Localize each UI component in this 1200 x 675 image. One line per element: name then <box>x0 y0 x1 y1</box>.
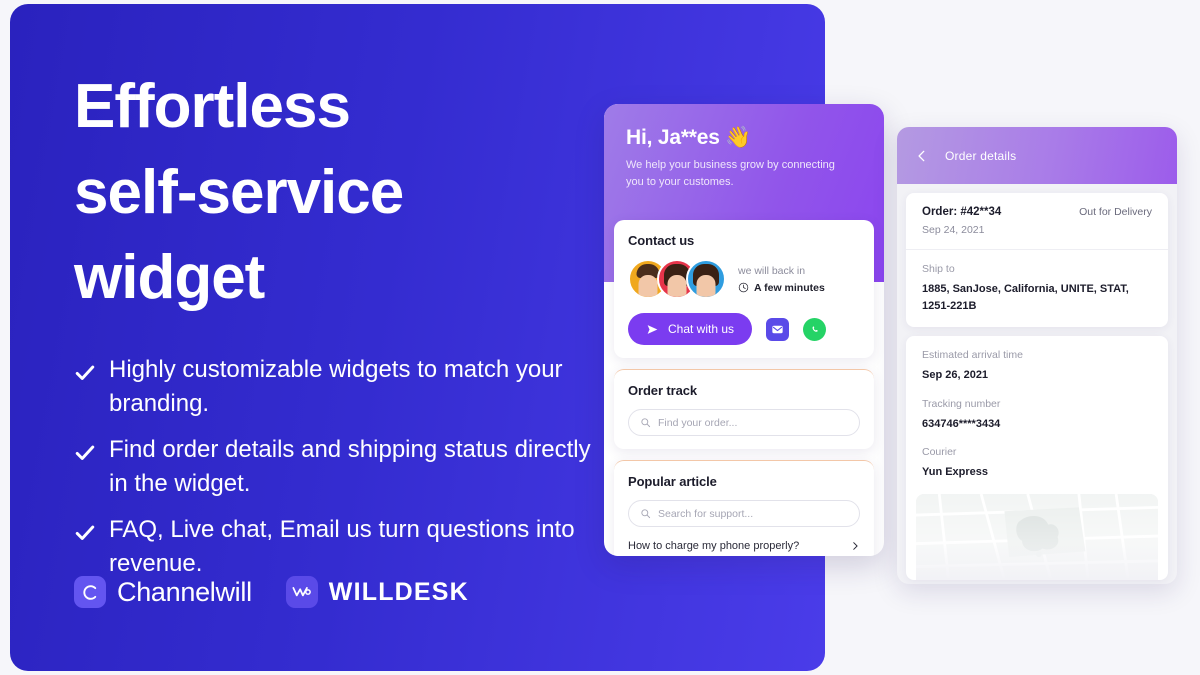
send-icon <box>647 324 658 334</box>
brand-logo: Channelwill <box>74 576 252 608</box>
whatsapp-icon[interactable] <box>803 317 827 341</box>
popular-article-title: Popular article <box>628 474 717 489</box>
check-icon <box>74 442 96 469</box>
hero-content: Effortless self-service widget Highly cu… <box>74 64 674 597</box>
order-date: Sep 24, 2021 <box>922 224 985 236</box>
response-time-label: we will back in <box>738 264 806 277</box>
article-list-item[interactable]: How to charge my phone properly? <box>628 540 860 552</box>
response-time-value: A few minutes <box>754 281 825 294</box>
shipment-field-value: 634746****3434 <box>922 417 1001 430</box>
chat-with-us-label: Chat with us <box>668 322 735 336</box>
avatar <box>686 259 726 299</box>
brand-name: WILLDESK <box>328 577 469 606</box>
order-track-title: Order track <box>628 383 697 398</box>
email-icon[interactable] <box>766 317 790 341</box>
response-time: we will back in A few minutes <box>738 265 860 294</box>
order-number: Order: #42**34 <box>922 206 1002 218</box>
widget-subtitle: We help your business grow by connecting… <box>626 159 835 189</box>
brand-badge <box>74 576 106 608</box>
brand-logos: Channelwill WILLDESK <box>74 576 469 608</box>
feature-list-item: Highly customizable widgets to match you… <box>74 353 674 421</box>
shipment-card: Estimated arrival time Sep 26, 2021 Tracki… <box>906 336 1168 580</box>
order-summary-row: Order: #42**34 Out for Delivery <box>922 206 1152 218</box>
feature-list: Highly customizable widgets to match you… <box>74 353 674 581</box>
contact-actions: Chat with us <box>628 313 860 345</box>
support-search-placeholder: Search for support... <box>658 507 754 520</box>
contact-agents-row: we will back in A few minutes <box>628 259 860 299</box>
shipment-field: Courier Yun Express <box>922 446 1152 481</box>
feature-text: Highly customizable widgets to match you… <box>109 355 563 417</box>
contact-us-card: Contact us we will back in A few minutes <box>614 220 874 358</box>
brand-badge <box>285 576 318 608</box>
support-search-input[interactable]: Search for support... <box>628 500 860 527</box>
feature-text: Find order details and shipping status d… <box>109 435 591 497</box>
article-title: How to charge my phone properly? <box>628 540 800 552</box>
chevron-right-icon <box>853 542 858 550</box>
shipment-section: Estimated arrival time Sep 26, 2021 Tracki… <box>906 336 1168 494</box>
ship-to-section: Ship to 1885, SanJose, California, UNITE… <box>906 249 1168 327</box>
feature-list-item: Find order details and shipping status d… <box>74 433 674 501</box>
search-icon <box>641 509 651 519</box>
shipment-field: Estimated arrival time Sep 26, 2021 <box>922 349 1152 384</box>
page-title: Effortless self-service widget <box>74 72 404 313</box>
chat-widget: Hi, Ja**es 👋 We help your business grow … <box>604 104 884 556</box>
widget-body: Contact us we will back in A few minutes <box>604 220 884 556</box>
order-details-header: Order details <box>897 127 1177 184</box>
shipment-field-label: Estimated arrival time <box>922 349 1023 361</box>
brand-name: Channelwill <box>117 576 252 607</box>
shipment-field: Tracking number 634746****3434 <box>922 398 1152 433</box>
check-icon <box>74 522 96 549</box>
order-summary-card: Order: #42**34 Out for Delivery Sep 24, … <box>906 193 1168 327</box>
order-track-card: Order track Find your order... <box>614 369 874 449</box>
agent-avatars <box>628 259 726 299</box>
delivery-map[interactable] <box>916 493 1158 580</box>
order-details-body: Order: #42**34 Out for Delivery Sep 24, … <box>897 184 1177 584</box>
shipment-field-value: Yun Express <box>922 466 989 478</box>
contact-us-title: Contact us <box>628 233 695 248</box>
order-search-input[interactable]: Find your order... <box>628 409 860 436</box>
channelwill-mark-icon <box>82 584 96 600</box>
willdesk-mark-icon <box>292 587 312 597</box>
popular-article-card: Popular article Search for support... Ho… <box>614 460 874 556</box>
search-icon <box>641 418 651 428</box>
order-details-panel: Order details Order: #42**34 Out for Del… <box>897 127 1177 584</box>
clock-icon <box>738 282 749 293</box>
brand-logo: WILLDESK <box>285 576 469 608</box>
widget-greeting: Hi, Ja**es 👋 <box>626 126 752 149</box>
status-badge: Out for Delivery <box>1079 206 1152 218</box>
chat-with-us-button[interactable]: Chat with us <box>628 313 753 345</box>
order-search-placeholder: Find your order... <box>658 416 738 429</box>
shipment-field-label: Tracking number <box>922 397 1001 410</box>
ship-to-value: 1885, SanJose, California, UNITE, STAT, … <box>922 283 1129 312</box>
ship-to-label: Ship to <box>922 263 955 275</box>
feature-text: FAQ, Live chat, Email us turn questions … <box>109 515 575 578</box>
check-icon <box>74 362 96 389</box>
map-fade-overlay <box>916 493 1158 580</box>
chevron-left-icon[interactable] <box>915 149 929 163</box>
shipment-field-label: Courier <box>922 446 957 458</box>
response-time-value-row: A few minutes <box>738 282 860 294</box>
shipment-field-value: Sep 26, 2021 <box>922 369 989 381</box>
order-details-title: Order details <box>945 148 1017 163</box>
feature-list-item: FAQ, Live chat, Email us turn questions … <box>74 513 674 581</box>
order-summary-section: Order: #42**34 Out for Delivery Sep 24, … <box>906 193 1168 249</box>
